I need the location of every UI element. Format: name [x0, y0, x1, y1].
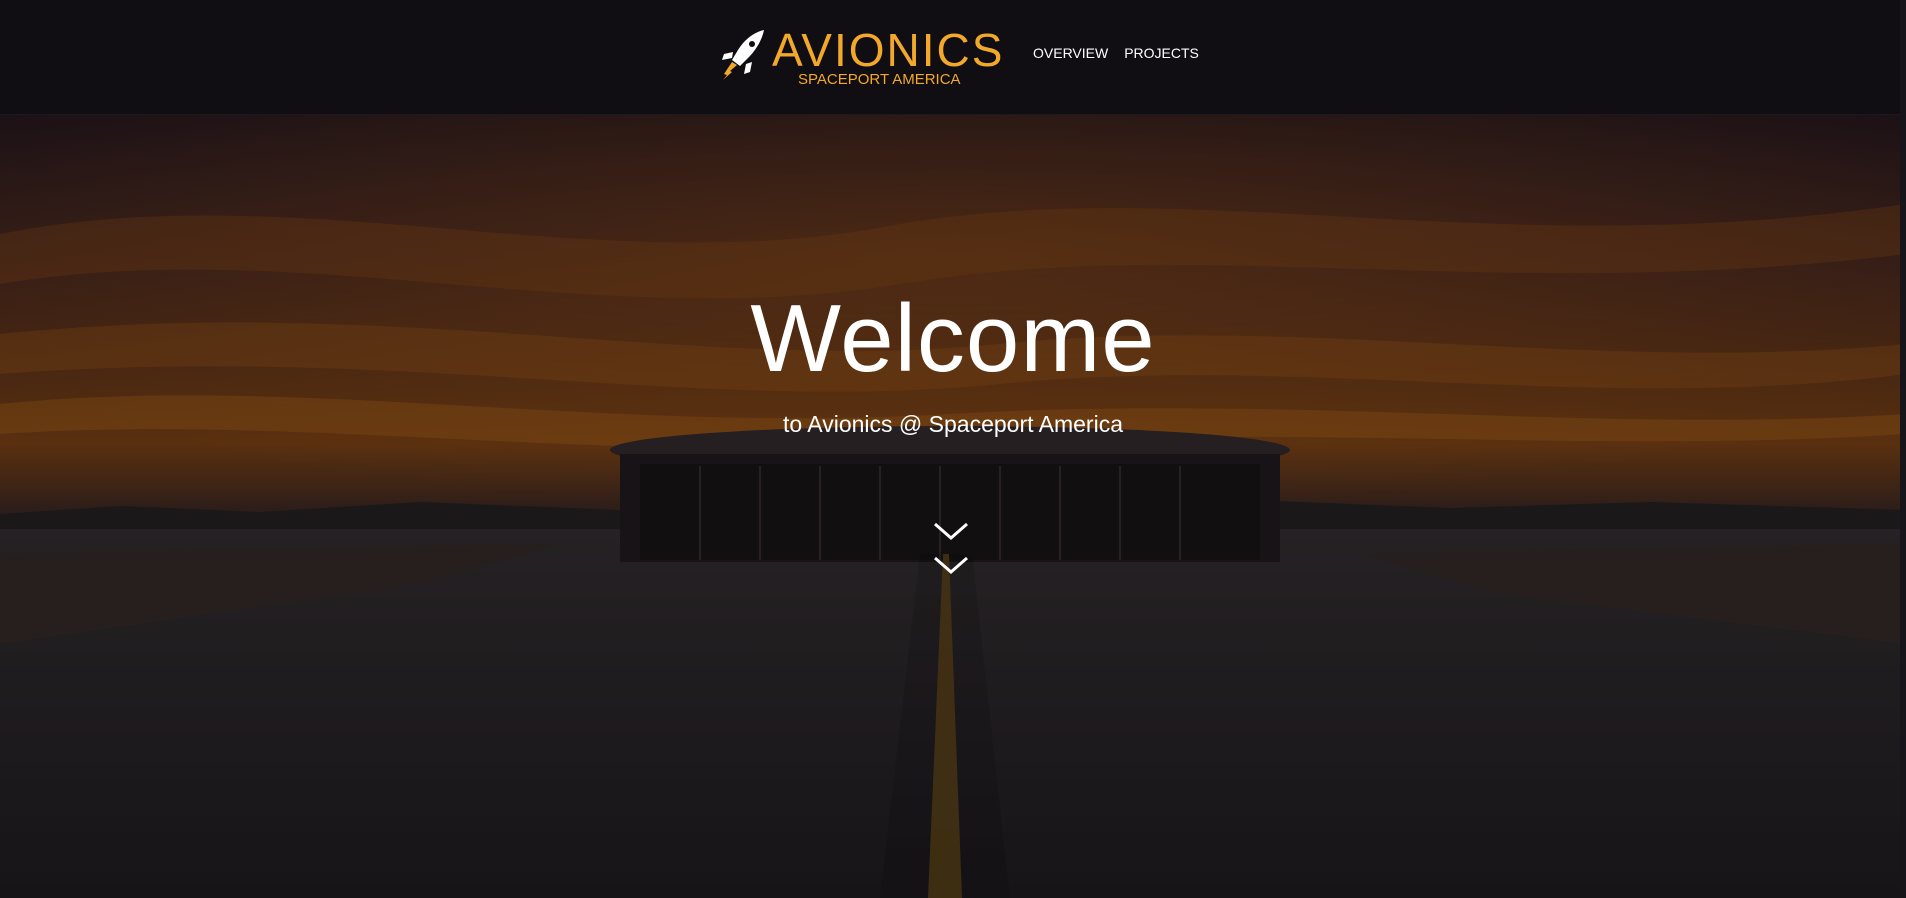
page: AVIONICS SPACEPORT AMERICA OVERVIEW PROJ… — [0, 0, 1906, 898]
brand-subtitle: SPACEPORT AMERICA — [798, 71, 961, 88]
double-chevron-down-icon[interactable] — [931, 518, 971, 574]
brand-logo-link[interactable]: AVIONICS SPACEPORT AMERICA — [720, 26, 1002, 92]
rocket-icon — [722, 30, 764, 80]
hero-title: Welcome — [750, 285, 1156, 392]
site-header: AVIONICS SPACEPORT AMERICA OVERVIEW PROJ… — [0, 0, 1906, 115]
nav-projects[interactable]: PROJECTS — [1124, 44, 1199, 62]
main-nav: OVERVIEW PROJECTS — [1033, 44, 1199, 62]
nav-overview[interactable]: OVERVIEW — [1033, 44, 1108, 62]
hero-section: Welcome to Avionics @ Spaceport America — [0, 114, 1906, 898]
brand-title: AVIONICS — [772, 24, 1005, 76]
page-scrollbar[interactable] — [1900, 0, 1906, 898]
hero-subtitle: to Avionics @ Spaceport America — [783, 411, 1123, 437]
hero-content: Welcome to Avionics @ Spaceport America — [0, 114, 1906, 898]
